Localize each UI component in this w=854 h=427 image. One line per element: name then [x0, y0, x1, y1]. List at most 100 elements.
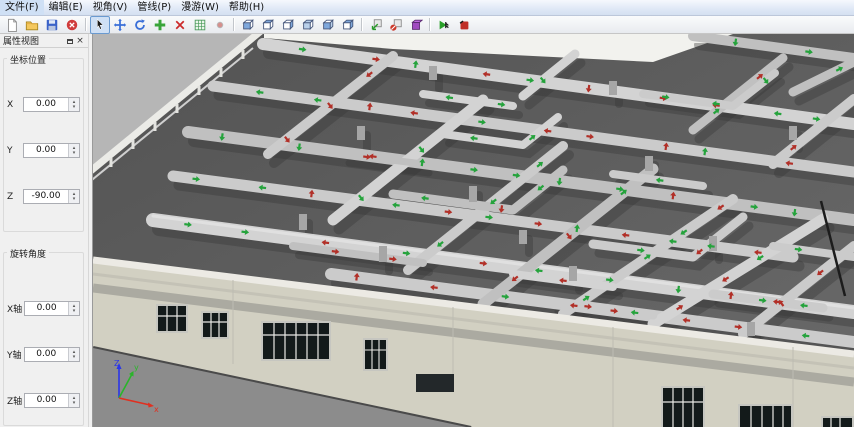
- view-cube-left-icon: [341, 18, 355, 32]
- red-x-icon: [173, 18, 187, 32]
- view-cube-right-icon: [281, 18, 295, 32]
- coordinate-position-group: 坐标位置 X 0.00 ▴▾ Y 0.00 ▴▾ Z -90.00 ▴▾: [3, 58, 84, 232]
- spin-down-icon[interactable]: ▾: [73, 401, 76, 406]
- menu-help[interactable]: 帮助(H): [224, 0, 269, 15]
- view-cube-front-icon: [241, 18, 255, 32]
- menu-pipe[interactable]: 管线(P): [132, 0, 176, 15]
- close-icon: [65, 18, 79, 32]
- y-axis-value[interactable]: 0.00: [25, 348, 69, 361]
- toolbar-separator: [429, 18, 431, 31]
- z-axis-spin-buttons[interactable]: ▴▾: [68, 394, 79, 407]
- import-model-button[interactable]: [366, 16, 386, 34]
- new-file-icon: [5, 18, 19, 32]
- window: [201, 311, 229, 339]
- coordinate-z-row: Z -90.00 ▴▾: [7, 189, 80, 204]
- y-spinbox[interactable]: 0.00 ▴▾: [23, 143, 80, 158]
- close-button[interactable]: [62, 16, 82, 34]
- window: [821, 416, 854, 427]
- main-area: 属性视图 × 坐标位置 X 0.00 ▴▾ Y 0.00 ▴▾ Z: [0, 34, 854, 427]
- material-cube-icon: [409, 18, 423, 32]
- delete-button[interactable]: [170, 16, 190, 34]
- y-value[interactable]: 0.00: [24, 144, 68, 157]
- window: [261, 321, 331, 361]
- gizmo-x-label: x: [154, 405, 159, 414]
- material-button[interactable]: [406, 16, 426, 34]
- close-panel-icon[interactable]: ×: [75, 36, 85, 46]
- spin-down-icon[interactable]: ▾: [73, 105, 76, 110]
- save-icon: [45, 18, 59, 32]
- remove-model-button[interactable]: [386, 16, 406, 34]
- open-file-button[interactable]: [22, 16, 42, 34]
- new-file-button[interactable]: [2, 16, 22, 34]
- y-label: Y: [7, 146, 21, 156]
- window: [156, 304, 188, 333]
- spin-down-icon[interactable]: ▾: [73, 151, 76, 156]
- open-folder-icon: [25, 18, 39, 32]
- panel-title-bar: 属性视图 ×: [0, 34, 88, 48]
- walkthrough-start-button[interactable]: [434, 16, 454, 34]
- y-axis-spin-buttons[interactable]: ▴▾: [68, 348, 79, 361]
- select-arrow-icon: [93, 18, 107, 32]
- coordinate-y-row: Y 0.00 ▴▾: [7, 143, 80, 158]
- add-button[interactable]: [150, 16, 170, 34]
- point-button[interactable]: [210, 16, 230, 34]
- rotation-group-label: 旋转角度: [7, 247, 49, 260]
- menu-file[interactable]: 文件(F): [0, 0, 44, 15]
- z-value[interactable]: -90.00: [24, 190, 68, 203]
- walk-stop-icon: [457, 18, 471, 32]
- view-left-button[interactable]: [338, 16, 358, 34]
- spin-down-icon[interactable]: ▾: [73, 197, 76, 202]
- walkthrough-stop-button[interactable]: [454, 16, 474, 34]
- float-panel-icon[interactable]: [65, 36, 75, 46]
- x-axis-value[interactable]: 0.00: [25, 302, 68, 315]
- view-back-button[interactable]: [298, 16, 318, 34]
- view-cube-top-icon: [261, 18, 275, 32]
- viewport-3d[interactable]: Z y x: [92, 34, 854, 427]
- walk-start-icon: [437, 18, 451, 32]
- coordinate-x-row: X 0.00 ▴▾: [7, 97, 80, 112]
- save-button[interactable]: [42, 16, 62, 34]
- z-spin-buttons[interactable]: ▴▾: [68, 190, 79, 203]
- snap-grid-button[interactable]: [190, 16, 210, 34]
- view-top-button[interactable]: [258, 16, 278, 34]
- spin-down-icon[interactable]: ▾: [73, 355, 76, 360]
- gizmo-z-label: Z: [114, 359, 120, 368]
- rotate-tool-button[interactable]: [130, 16, 150, 34]
- z-axis-spinbox[interactable]: 0.00 ▴▾: [24, 393, 80, 408]
- properties-panel: 属性视图 × 坐标位置 X 0.00 ▴▾ Y 0.00 ▴▾ Z: [0, 34, 89, 427]
- x-label: X: [7, 100, 21, 110]
- z-axis-value[interactable]: 0.00: [25, 394, 68, 407]
- x-axis-spinbox[interactable]: 0.00 ▴▾: [24, 301, 80, 316]
- x-spinbox[interactable]: 0.00 ▴▾: [23, 97, 80, 112]
- import-model-icon: [369, 18, 383, 32]
- select-tool-button[interactable]: [90, 16, 110, 34]
- view-bottom-button[interactable]: [318, 16, 338, 34]
- menu-view[interactable]: 视角(V): [88, 0, 133, 15]
- rotate-icon: [133, 18, 147, 32]
- z-label: Z: [7, 192, 21, 202]
- x-spin-buttons[interactable]: ▴▾: [68, 98, 79, 111]
- plus-icon: [153, 18, 167, 32]
- remove-model-icon: [389, 18, 403, 32]
- y-axis-spinbox[interactable]: 0.00 ▴▾: [24, 347, 81, 362]
- view-right-button[interactable]: [278, 16, 298, 34]
- point-icon: [213, 18, 227, 32]
- spin-down-icon[interactable]: ▾: [73, 309, 76, 314]
- menu-roam[interactable]: 漫游(W): [176, 0, 224, 15]
- x-value[interactable]: 0.00: [24, 98, 68, 111]
- window: [363, 338, 388, 371]
- menu-bar: 文件(F) 编辑(E) 视角(V) 管线(P) 漫游(W) 帮助(H): [0, 0, 854, 16]
- view-cube-back-icon: [301, 18, 315, 32]
- move-tool-button[interactable]: [110, 16, 130, 34]
- move-icon: [113, 18, 127, 32]
- window: [661, 386, 705, 427]
- menu-edit[interactable]: 编辑(E): [44, 0, 88, 15]
- z-spinbox[interactable]: -90.00 ▴▾: [23, 189, 80, 204]
- x-axis-spin-buttons[interactable]: ▴▾: [68, 302, 79, 315]
- y-spin-buttons[interactable]: ▴▾: [68, 144, 79, 157]
- panel-title: 属性视图: [3, 34, 65, 47]
- coordinate-group-label: 坐标位置: [7, 53, 49, 66]
- toolbar-separator: [85, 18, 87, 31]
- view-front-button[interactable]: [238, 16, 258, 34]
- y-axis-label: Y轴: [7, 348, 22, 361]
